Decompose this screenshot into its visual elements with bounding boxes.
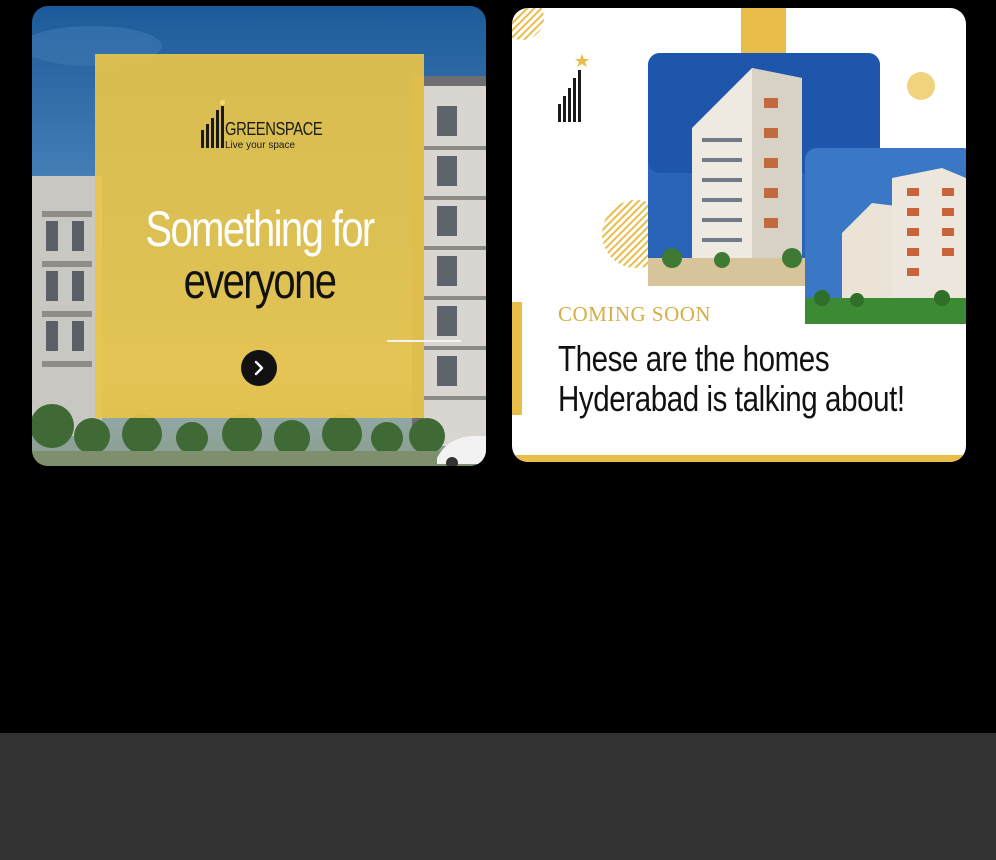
next-arrow-button[interactable] — [241, 350, 277, 386]
coming-soon-label: COMING SOON — [558, 302, 712, 326]
slide-progress-line — [387, 340, 461, 342]
headline-line-2: Hyderabad is talking about! — [558, 378, 905, 419]
brand-tagline: Live your space — [225, 140, 296, 151]
yellow-overlay-panel: GREENSPACE Live your space Something for… — [95, 54, 424, 418]
promo-card-coming-soon[interactable]: COMING SOON These are the homes Hyderaba… — [512, 8, 966, 462]
headline-line-2: everyone — [183, 253, 337, 309]
promo-card-something-for-everyone[interactable]: GREENSPACE Live your space Something for… — [32, 6, 486, 466]
chevron-right-icon — [254, 360, 264, 376]
footer-bar — [0, 733, 996, 860]
page: GREENSPACE Live your space Something for… — [0, 0, 996, 860]
headline-line-1: Something for — [145, 201, 375, 257]
headline-line-1: These are the homes — [558, 338, 830, 379]
brand-name: GREENSPACE — [225, 119, 323, 139]
